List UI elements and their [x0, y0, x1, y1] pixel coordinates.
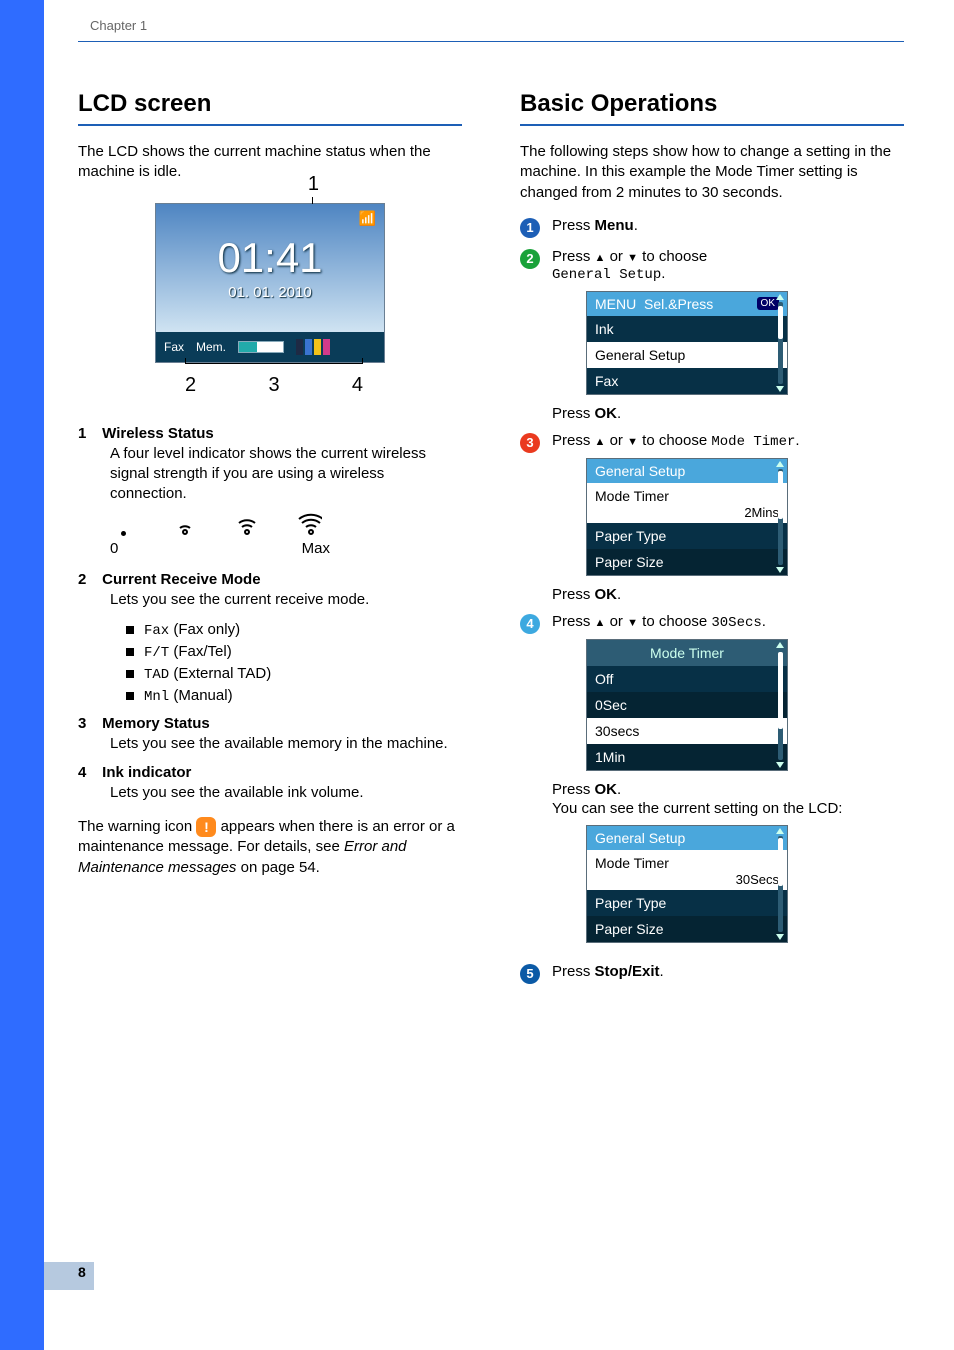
- legend-2-name: Current Receive Mode: [102, 571, 260, 588]
- ink-yellow: [314, 339, 321, 355]
- legend-1-desc: A four level indicator shows the current…: [110, 444, 462, 505]
- callout-1: 1: [308, 173, 319, 196]
- right-column: Basic Operations The following steps sho…: [520, 90, 904, 994]
- legend-1-name: Wireless Status: [102, 425, 214, 442]
- lcd-figure: 1 📶 01:41 01. 01. 2010 Fax Mem.: [155, 203, 385, 397]
- step-4-press-ok: Press OK.: [552, 781, 904, 798]
- legend-4-num: 4: [78, 764, 98, 781]
- step-1-badge: 1: [520, 218, 540, 238]
- legend-1-num: 1: [78, 425, 98, 442]
- callout-4: 4: [352, 374, 363, 397]
- mt-row-0sec: 0Sec: [587, 692, 787, 718]
- step-4-badge: 4: [520, 614, 540, 634]
- callout-3: 3: [268, 374, 279, 397]
- callout-ticks: [185, 363, 363, 370]
- mode-tad-label: (External TAD): [169, 665, 271, 682]
- left-column: LCD screen The LCD shows the current mac…: [78, 90, 462, 994]
- wifi-high-label: Max: [302, 540, 330, 557]
- scrollbar: [775, 294, 785, 392]
- ink-indicator: [296, 339, 330, 355]
- chapter-label: Chapter 1: [90, 18, 904, 33]
- step-2-press-ok: Press OK.: [552, 405, 904, 422]
- mode-fax-code: Fax: [144, 623, 169, 639]
- warning-icon: !: [196, 817, 216, 837]
- gs-row-mode-timer: Mode Timer 2Mins: [587, 483, 787, 523]
- lcd-mem-label: Mem.: [196, 340, 226, 354]
- lcd-screen-general-setup-2: General Setup Mode Timer 30Secs Paper Ty…: [586, 825, 788, 943]
- mt-row-off: Off: [587, 666, 787, 692]
- menu-row-ink: Ink: [587, 316, 787, 342]
- wifi-low-label: 0: [110, 540, 118, 557]
- mode-ft-code: F/T: [144, 645, 169, 661]
- wifi-level-1-icon: [172, 514, 198, 536]
- lcd-screen-menu: MENU Sel.&Press OK Ink General Setup Fax: [586, 291, 788, 395]
- gs2-row-paper-type: Paper Type: [587, 890, 787, 916]
- mt-row-30secs: 30secs: [587, 718, 787, 744]
- menu-row-general-setup: General Setup: [587, 342, 787, 368]
- mode-mnl-label: (Manual): [169, 687, 232, 704]
- mt-row-1min: 1Min: [587, 744, 787, 770]
- basic-ops-heading: Basic Operations: [520, 90, 904, 118]
- step-2-badge: 2: [520, 249, 540, 269]
- lcd-intro: The LCD shows the current machine status…: [78, 142, 462, 183]
- legend-2-desc: Lets you see the current receive mode.: [110, 590, 462, 610]
- wifi-level-3-icon: [296, 514, 322, 536]
- lcd-screen-mode-timer: Mode Timer Off 0Sec 30secs 1Min: [586, 639, 788, 771]
- legend-3-num: 3: [78, 715, 98, 732]
- step-4-text: Press ▲ or ▼ to choose 30Secs.: [552, 613, 904, 631]
- mode-mnl-code: Mnl: [144, 689, 169, 705]
- step-3-press-ok: Press OK.: [552, 586, 904, 603]
- footer-tab: [44, 1262, 94, 1290]
- gs-row-paper-size: Paper Size: [587, 549, 787, 575]
- ink-black: [296, 339, 303, 355]
- callout-2: 2: [185, 374, 196, 397]
- ink-cyan: [305, 339, 312, 355]
- step-4-result: You can see the current setting on the L…: [552, 800, 904, 817]
- step-1-text: Press Menu.: [552, 217, 904, 234]
- lcd-fax-label: Fax: [164, 340, 184, 354]
- legend-2-num: 2: [78, 571, 98, 588]
- legend-3-desc: Lets you see the available memory in the…: [110, 734, 462, 754]
- step-5-badge: 5: [520, 964, 540, 984]
- lcd-screen-general-setup-1: General Setup Mode Timer 2Mins Paper Typ…: [586, 458, 788, 576]
- lcd-date: 01. 01. 2010: [228, 284, 311, 301]
- wifi-level-0-icon: [121, 531, 126, 536]
- mode-tad-code: TAD: [144, 667, 169, 683]
- memory-gauge: [238, 341, 284, 353]
- wifi-levels: [110, 514, 462, 536]
- up-arrow-icon: ▲: [595, 252, 606, 264]
- lcd-heading: LCD screen: [78, 90, 462, 118]
- step-5-text: Press Stop/Exit.: [552, 963, 904, 980]
- legend-4-name: Ink indicator: [102, 764, 191, 781]
- gs2-row-mode-timer: Mode Timer 30Secs: [587, 850, 787, 890]
- warning-paragraph: The warning icon ! appears when there is…: [78, 817, 462, 878]
- page-number: 8: [78, 1264, 86, 1280]
- step-2-text: Press ▲ or ▼ to choose General Setup.: [552, 248, 904, 283]
- gs2-row-paper-size: Paper Size: [587, 916, 787, 942]
- legend-3-name: Memory Status: [102, 715, 210, 732]
- step-3-badge: 3: [520, 433, 540, 453]
- basic-ops-rule: [520, 124, 904, 126]
- step-3-text: Press ▲ or ▼ to choose Mode Timer.: [552, 432, 904, 450]
- wifi-status-icon: 📶: [359, 210, 376, 227]
- gs-row-paper-type: Paper Type: [587, 523, 787, 549]
- legend-4-desc: Lets you see the available ink volume.: [110, 783, 462, 803]
- receive-mode-list: Fax (Fax only) F/T (Fax/Tel) TAD (Extern…: [126, 621, 462, 705]
- mode-ft-label: (Fax/Tel): [169, 643, 232, 660]
- top-rule: [78, 41, 904, 42]
- ink-magenta: [323, 339, 330, 355]
- wifi-level-2-icon: [234, 514, 260, 536]
- lcd-time: 01:41: [217, 234, 322, 282]
- left-blue-strip: [0, 0, 44, 1350]
- basic-ops-intro: The following steps show how to change a…: [520, 142, 904, 203]
- down-arrow-icon: ▼: [627, 252, 638, 264]
- mode-fax-label: (Fax only): [169, 621, 240, 638]
- lcd-rule: [78, 124, 462, 126]
- menu-row-fax: Fax: [587, 368, 787, 394]
